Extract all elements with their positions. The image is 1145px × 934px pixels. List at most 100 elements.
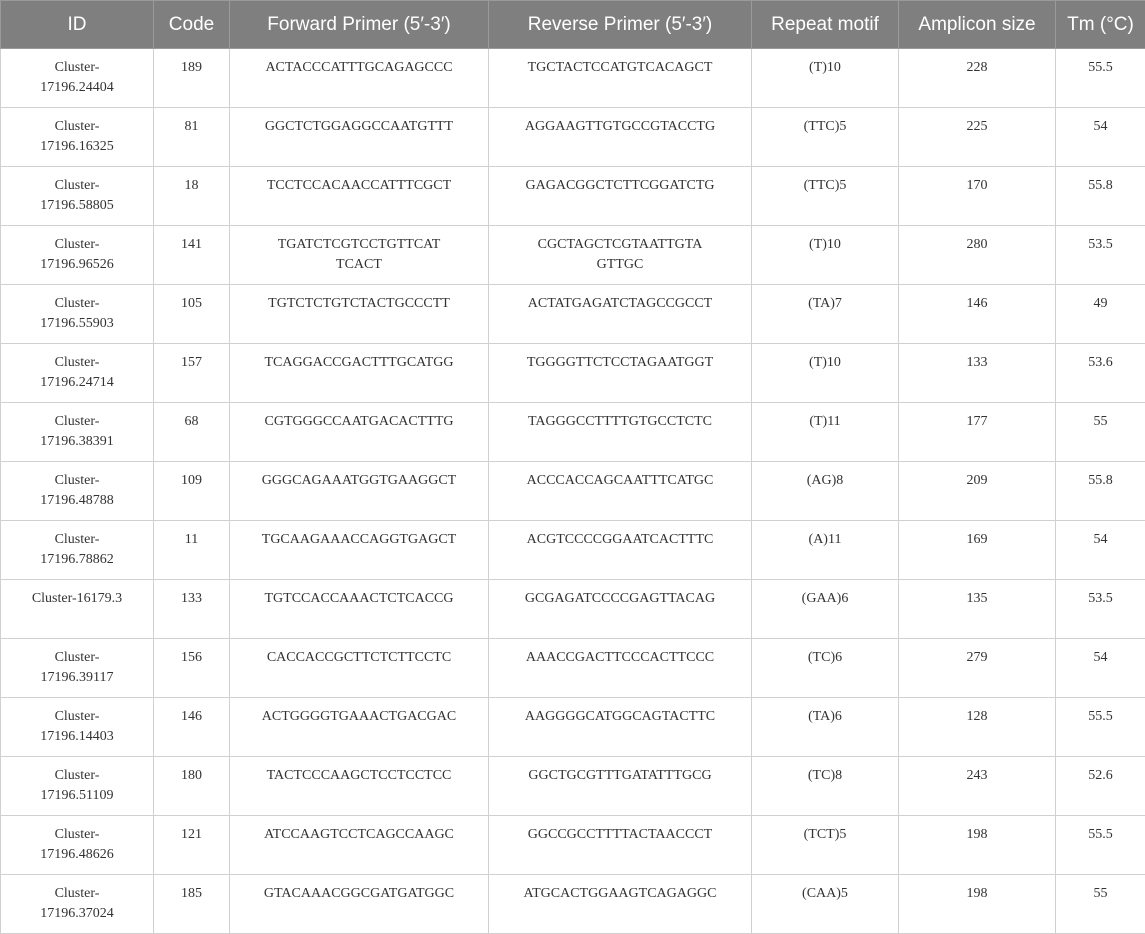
cell-amplicon-size: 198 bbox=[899, 816, 1056, 875]
cell-forward-primer: GTACAAACGGCGATGATGGC bbox=[230, 875, 489, 934]
cell-id: Cluster-17196.96526 bbox=[1, 226, 154, 285]
cell-id: Cluster-16179.3 bbox=[1, 580, 154, 639]
table-body: Cluster-17196.24404189ACTACCCATTTGCAGAGC… bbox=[1, 49, 1145, 934]
header-reverse-primer: Reverse Primer (5′-3′) bbox=[489, 1, 752, 49]
cell-tm: 55.5 bbox=[1056, 698, 1145, 757]
cell-repeat-motif: (T)10 bbox=[752, 344, 899, 403]
table-row: Cluster-17196.24714157TCAGGACCGACTTTGCAT… bbox=[1, 344, 1145, 403]
cell-id: Cluster-17196.37024 bbox=[1, 875, 154, 934]
cell-tm: 54 bbox=[1056, 639, 1145, 698]
cell-tm: 55.8 bbox=[1056, 462, 1145, 521]
table-row: Cluster-17196.24404189ACTACCCATTTGCAGAGC… bbox=[1, 49, 1145, 108]
cell-id: Cluster-17196.39117 bbox=[1, 639, 154, 698]
cell-code: 185 bbox=[154, 875, 230, 934]
header-tm: Tm (°C) bbox=[1056, 1, 1145, 49]
cell-tm: 55.5 bbox=[1056, 816, 1145, 875]
table-row: Cluster-17196.1632581GGCTCTGGAGGCCAATGTT… bbox=[1, 108, 1145, 167]
cell-tm: 54 bbox=[1056, 108, 1145, 167]
cell-code: 11 bbox=[154, 521, 230, 580]
table-row: Cluster-17196.96526141TGATCTCGTCCTGTTCAT… bbox=[1, 226, 1145, 285]
table-row: Cluster-16179.3133TGTCCACCAAACTCTCACCGGC… bbox=[1, 580, 1145, 639]
cell-reverse-primer: AAACCGACTTCCCACTTCCC bbox=[489, 639, 752, 698]
cell-amplicon-size: 170 bbox=[899, 167, 1056, 226]
cell-code: 18 bbox=[154, 167, 230, 226]
cell-code: 81 bbox=[154, 108, 230, 167]
cell-amplicon-size: 177 bbox=[899, 403, 1056, 462]
cell-code: 156 bbox=[154, 639, 230, 698]
cell-forward-primer: ACTACCCATTTGCAGAGCCC bbox=[230, 49, 489, 108]
cell-amplicon-size: 280 bbox=[899, 226, 1056, 285]
cell-repeat-motif: (TA)6 bbox=[752, 698, 899, 757]
cell-reverse-primer: GCGAGATCCCCGAGTTACAG bbox=[489, 580, 752, 639]
table-row: Cluster-17196.48626121ATCCAAGTCCTCAGCCAA… bbox=[1, 816, 1145, 875]
cell-forward-primer: TCCTCCACAACCATTTCGCT bbox=[230, 167, 489, 226]
cell-reverse-primer: CGCTAGCTCGTAATTGTAGTTGC bbox=[489, 226, 752, 285]
cell-code: 157 bbox=[154, 344, 230, 403]
cell-code: 105 bbox=[154, 285, 230, 344]
cell-reverse-primer: AGGAAGTTGTGCCGTACCTG bbox=[489, 108, 752, 167]
cell-reverse-primer: GAGACGGCTCTTCGGATCTG bbox=[489, 167, 752, 226]
cell-repeat-motif: (T)10 bbox=[752, 226, 899, 285]
cell-reverse-primer: GGCTGCGTTTGATATTTGCG bbox=[489, 757, 752, 816]
primer-table: ID Code Forward Primer (5′-3′) Reverse P… bbox=[0, 0, 1145, 934]
cell-forward-primer: TACTCCCAAGCTCCTCCTCC bbox=[230, 757, 489, 816]
cell-forward-primer: GGCTCTGGAGGCCAATGTTT bbox=[230, 108, 489, 167]
cell-code: 189 bbox=[154, 49, 230, 108]
table-row: Cluster-17196.48788109GGGCAGAAATGGTGAAGG… bbox=[1, 462, 1145, 521]
cell-forward-primer: CACCACCGCTTCTCTTCCTC bbox=[230, 639, 489, 698]
cell-id: Cluster-17196.78862 bbox=[1, 521, 154, 580]
header-forward-primer: Forward Primer (5′-3′) bbox=[230, 1, 489, 49]
cell-tm: 54 bbox=[1056, 521, 1145, 580]
header-id: ID bbox=[1, 1, 154, 49]
table-row: Cluster-17196.39117156CACCACCGCTTCTCTTCC… bbox=[1, 639, 1145, 698]
cell-id: Cluster-17196.48788 bbox=[1, 462, 154, 521]
cell-tm: 53.6 bbox=[1056, 344, 1145, 403]
cell-amplicon-size: 133 bbox=[899, 344, 1056, 403]
cell-tm: 52.6 bbox=[1056, 757, 1145, 816]
cell-amplicon-size: 209 bbox=[899, 462, 1056, 521]
cell-amplicon-size: 228 bbox=[899, 49, 1056, 108]
cell-amplicon-size: 225 bbox=[899, 108, 1056, 167]
cell-forward-primer: TGTCCACCAAACTCTCACCG bbox=[230, 580, 489, 639]
cell-id: Cluster-17196.16325 bbox=[1, 108, 154, 167]
table-row: Cluster-17196.37024185GTACAAACGGCGATGATG… bbox=[1, 875, 1145, 934]
cell-reverse-primer: TGCTACTCCATGTCACAGCT bbox=[489, 49, 752, 108]
cell-code: 141 bbox=[154, 226, 230, 285]
cell-tm: 55 bbox=[1056, 403, 1145, 462]
cell-repeat-motif: (GAA)6 bbox=[752, 580, 899, 639]
cell-amplicon-size: 243 bbox=[899, 757, 1056, 816]
cell-amplicon-size: 279 bbox=[899, 639, 1056, 698]
cell-reverse-primer: ACTATGAGATCTAGCCGCCT bbox=[489, 285, 752, 344]
cell-id: Cluster-17196.24714 bbox=[1, 344, 154, 403]
cell-forward-primer: TGATCTCGTCCTGTTCATTCACT bbox=[230, 226, 489, 285]
cell-repeat-motif: (TC)8 bbox=[752, 757, 899, 816]
table-row: Cluster-17196.55903105TGTCTCTGTCTACTGCCC… bbox=[1, 285, 1145, 344]
cell-amplicon-size: 135 bbox=[899, 580, 1056, 639]
cell-id: Cluster-17196.14403 bbox=[1, 698, 154, 757]
cell-tm: 53.5 bbox=[1056, 226, 1145, 285]
cell-id: Cluster-17196.55903 bbox=[1, 285, 154, 344]
cell-reverse-primer: AAGGGGCATGGCAGTACTTC bbox=[489, 698, 752, 757]
cell-code: 133 bbox=[154, 580, 230, 639]
cell-amplicon-size: 146 bbox=[899, 285, 1056, 344]
cell-tm: 55.5 bbox=[1056, 49, 1145, 108]
cell-reverse-primer: TAGGGCCTTTTGTGCCTCTC bbox=[489, 403, 752, 462]
header-repeat-motif: Repeat motif bbox=[752, 1, 899, 49]
cell-amplicon-size: 169 bbox=[899, 521, 1056, 580]
cell-forward-primer: CGTGGGCCAATGACACTTTG bbox=[230, 403, 489, 462]
cell-forward-primer: ATCCAAGTCCTCAGCCAAGC bbox=[230, 816, 489, 875]
cell-reverse-primer: ATGCACTGGAAGTCAGAGGC bbox=[489, 875, 752, 934]
cell-id: Cluster-17196.48626 bbox=[1, 816, 154, 875]
table-row: Cluster-17196.14403146ACTGGGGTGAAACTGACG… bbox=[1, 698, 1145, 757]
cell-id: Cluster-17196.58805 bbox=[1, 167, 154, 226]
cell-repeat-motif: (CAA)5 bbox=[752, 875, 899, 934]
cell-id: Cluster-17196.51109 bbox=[1, 757, 154, 816]
cell-code: 180 bbox=[154, 757, 230, 816]
table-row: Cluster-17196.7886211TGCAAGAAACCAGGTGAGC… bbox=[1, 521, 1145, 580]
cell-amplicon-size: 198 bbox=[899, 875, 1056, 934]
cell-repeat-motif: (T)10 bbox=[752, 49, 899, 108]
table-row: Cluster-17196.5880518TCCTCCACAACCATTTCGC… bbox=[1, 167, 1145, 226]
cell-repeat-motif: (T)11 bbox=[752, 403, 899, 462]
cell-repeat-motif: (AG)8 bbox=[752, 462, 899, 521]
cell-forward-primer: GGGCAGAAATGGTGAAGGCT bbox=[230, 462, 489, 521]
